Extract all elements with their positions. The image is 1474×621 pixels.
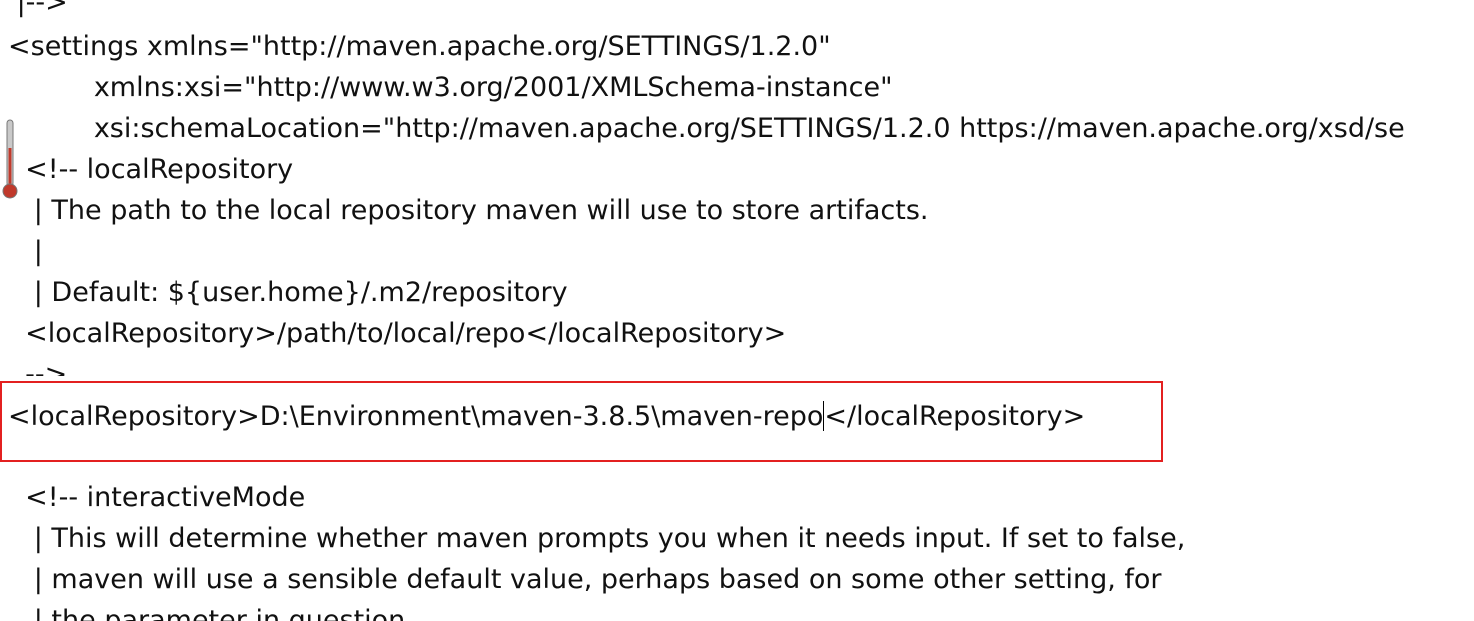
code-line: <localRepository>/path/to/local/repo</lo… [8, 318, 787, 349]
code-line: |--> [8, 0, 68, 18]
thermometer-icon [2, 119, 18, 199]
code-line: | the parameter in question. [8, 605, 414, 621]
code-line: --> [8, 359, 68, 376]
code-line: <!-- localRepository [8, 154, 294, 185]
code-line: | The path to the local repository maven… [8, 195, 929, 226]
code-line: | [8, 236, 43, 267]
code-line: xmlns:xsi="http://www.w3.org/2001/XMLSch… [8, 72, 893, 103]
code-line: xsi:schemaLocation="http://maven.apache.… [8, 113, 1405, 144]
code-line: <settings xmlns="http://maven.apache.org… [8, 31, 831, 62]
code-line: | Default: ${user.home}/.m2/repository [8, 277, 568, 308]
code-line: | This will determine whether maven prom… [8, 523, 1186, 554]
code-line: | maven will use a sensible default valu… [8, 564, 1162, 595]
code-line: <!-- interactiveMode [8, 482, 306, 513]
highlight-box [0, 381, 1163, 462]
xml-editor[interactable]: |--> <settings xmlns="http://maven.apach… [0, 0, 1474, 621]
